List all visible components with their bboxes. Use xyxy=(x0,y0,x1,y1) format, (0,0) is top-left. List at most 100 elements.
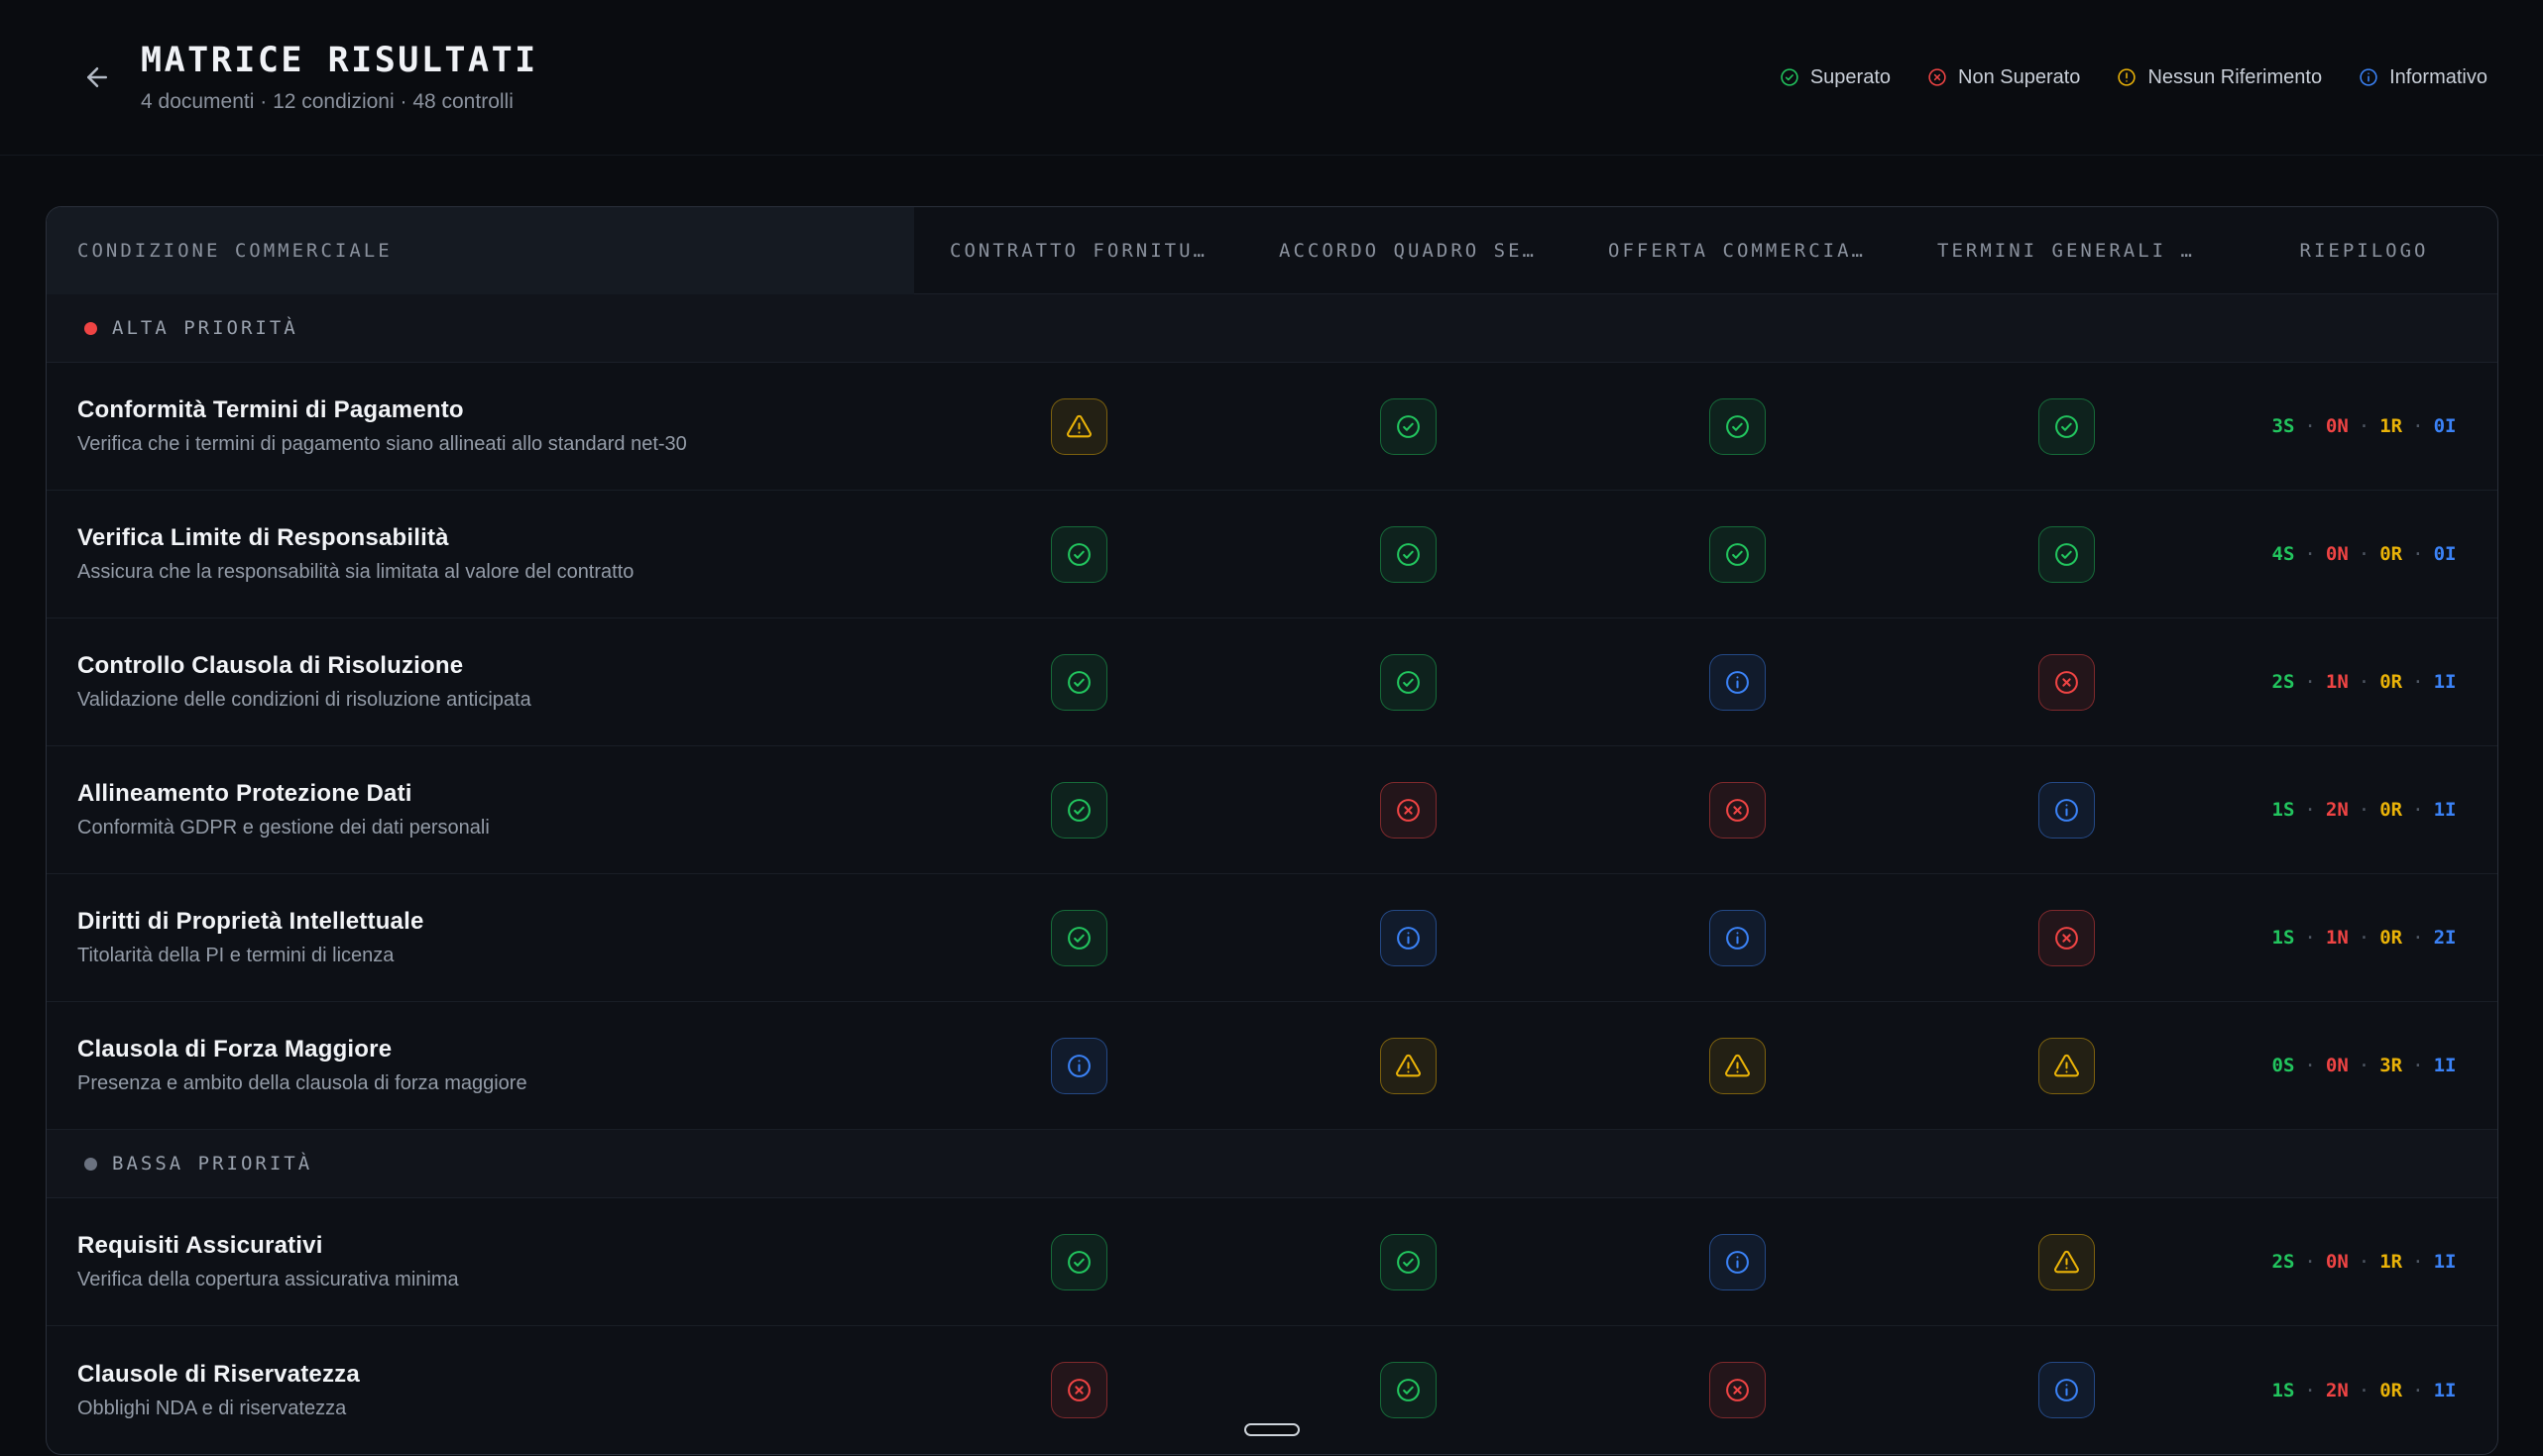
info-circle-icon xyxy=(1394,924,1423,952)
summary-count-warn: 0R xyxy=(2379,543,2402,565)
summary-count-info: 1I xyxy=(2434,1380,2457,1401)
title-block: MATRICE RISULTATI 4 documenti · 12 condi… xyxy=(141,41,538,114)
table-row[interactable]: Clausola di Forza MaggiorePresenza e amb… xyxy=(47,1002,2497,1130)
table-row[interactable]: Conformità Termini di PagamentoVerifica … xyxy=(47,363,2497,491)
summary-count-fail: 2N xyxy=(2326,799,2349,821)
summary-count-fail: 0N xyxy=(2326,1251,2349,1273)
x-circle-icon xyxy=(2052,668,2081,697)
status-badge-info[interactable] xyxy=(1709,654,1766,711)
alert-circle-icon xyxy=(2116,66,2138,88)
status-badge-info[interactable] xyxy=(2038,1362,2095,1418)
summary-count-fail: 0N xyxy=(2326,543,2349,565)
info-circle-icon xyxy=(1723,924,1752,952)
status-cell xyxy=(1902,526,2231,583)
status-cell xyxy=(1243,654,1572,711)
scroll-indicator[interactable] xyxy=(1244,1423,1300,1436)
row-summary: 2S·0N·1R·1I xyxy=(2231,1251,2497,1273)
back-button[interactable] xyxy=(71,52,123,103)
summary-count-pass: 2S xyxy=(2272,1251,2295,1273)
status-badge-pass[interactable] xyxy=(1051,910,1107,966)
x-circle-icon xyxy=(2052,924,2081,952)
status-badge-pass[interactable] xyxy=(1051,782,1107,839)
summary-count-warn: 3R xyxy=(2379,1055,2402,1076)
matrix-body: ALTA PRIORITÀConformità Termini di Pagam… xyxy=(47,294,2497,1454)
status-cell xyxy=(914,654,1243,711)
status-badge-pass[interactable] xyxy=(1051,1234,1107,1290)
status-badge-fail[interactable] xyxy=(1709,1362,1766,1418)
legend-item: Superato xyxy=(1779,66,1891,89)
row-title: Controllo Clausola di Risoluzione xyxy=(77,652,874,680)
table-row[interactable]: Controllo Clausola di RisoluzioneValidaz… xyxy=(47,618,2497,746)
info-circle-icon xyxy=(2052,796,2081,825)
status-badge-fail[interactable] xyxy=(1380,782,1437,839)
status-badge-pass[interactable] xyxy=(1380,1362,1437,1418)
status-badge-pass[interactable] xyxy=(2038,526,2095,583)
status-cell xyxy=(1572,654,1902,711)
x-circle-icon xyxy=(1394,796,1423,825)
summary-count-warn: 1R xyxy=(2379,1251,2402,1273)
status-badge-info[interactable] xyxy=(1709,910,1766,966)
check-circle-icon xyxy=(1779,66,1800,88)
status-badge-pass[interactable] xyxy=(1051,526,1107,583)
summary-count-info: 1I xyxy=(2434,1251,2457,1273)
header: MATRICE RISULTATI 4 documenti · 12 condi… xyxy=(0,0,2543,156)
status-badge-pass[interactable] xyxy=(1380,526,1437,583)
status-badge-pass[interactable] xyxy=(1380,398,1437,455)
status-badge-warn[interactable] xyxy=(2038,1038,2095,1094)
alert-triangle-icon xyxy=(2052,1248,2081,1277)
summary-separator: · xyxy=(2412,671,2423,693)
status-badge-pass[interactable] xyxy=(1709,526,1766,583)
status-badge-info[interactable] xyxy=(1709,1234,1766,1290)
summary-count-warn: 0R xyxy=(2379,671,2402,693)
status-badge-info[interactable] xyxy=(2038,782,2095,839)
table-row[interactable]: Allineamento Protezione DatiConformità G… xyxy=(47,746,2497,874)
status-badge-fail[interactable] xyxy=(2038,654,2095,711)
summary-separator: · xyxy=(2359,543,2370,565)
section-header: ALTA PRIORITÀ xyxy=(47,294,2497,363)
summary-count-info: 1I xyxy=(2434,799,2457,821)
check-circle-icon xyxy=(1394,668,1423,697)
check-circle-icon xyxy=(1394,1248,1423,1277)
status-badge-fail[interactable] xyxy=(2038,910,2095,966)
row-description: Presenza e ambito della clausola di forz… xyxy=(77,1072,874,1095)
legend-item: Nessun Riferimento xyxy=(2116,66,2322,89)
status-cell xyxy=(1902,910,2231,966)
status-cell xyxy=(1902,1234,2231,1290)
status-badge-info[interactable] xyxy=(1380,910,1437,966)
legend-label: Informativo xyxy=(2389,66,2487,89)
summary-separator: · xyxy=(2359,799,2370,821)
info-circle-icon xyxy=(2358,66,2379,88)
summary-separator: · xyxy=(2304,1055,2315,1076)
status-badge-fail[interactable] xyxy=(1051,1362,1107,1418)
check-circle-icon xyxy=(1065,668,1094,697)
status-badge-pass[interactable] xyxy=(1380,1234,1437,1290)
status-badge-warn[interactable] xyxy=(1051,398,1107,455)
status-badge-info[interactable] xyxy=(1051,1038,1107,1094)
alert-triangle-icon xyxy=(2052,1052,2081,1080)
summary-separator: · xyxy=(2304,415,2315,437)
summary-count-warn: 0R xyxy=(2379,799,2402,821)
row-summary: 2S·1N·0R·1I xyxy=(2231,671,2497,693)
status-badge-pass[interactable] xyxy=(1709,398,1766,455)
row-description: Obblighi NDA e di riservatezza xyxy=(77,1398,874,1420)
table-row[interactable]: Verifica Limite di ResponsabilitàAssicur… xyxy=(47,491,2497,618)
status-cell xyxy=(1902,1362,2231,1418)
column-header: TERMINI GENERALI … xyxy=(1902,240,2231,262)
summary-separator: · xyxy=(2304,799,2315,821)
table-row[interactable]: Requisiti AssicurativiVerifica della cop… xyxy=(47,1198,2497,1326)
table-row[interactable]: Diritti di Proprietà IntellettualeTitola… xyxy=(47,874,2497,1002)
status-badge-pass[interactable] xyxy=(1051,654,1107,711)
status-badge-warn[interactable] xyxy=(1709,1038,1766,1094)
check-circle-icon xyxy=(1065,1248,1094,1277)
status-badge-pass[interactable] xyxy=(1380,654,1437,711)
summary-count-info: 2I xyxy=(2434,927,2457,949)
status-badge-warn[interactable] xyxy=(1380,1038,1437,1094)
summary-separator: · xyxy=(2412,799,2423,821)
info-circle-icon xyxy=(1065,1052,1094,1080)
summary-count-fail: 2N xyxy=(2326,1380,2349,1401)
status-badge-pass[interactable] xyxy=(2038,398,2095,455)
status-badge-warn[interactable] xyxy=(2038,1234,2095,1290)
status-badge-fail[interactable] xyxy=(1709,782,1766,839)
status-cell xyxy=(1572,782,1902,839)
check-circle-icon xyxy=(1065,540,1094,569)
